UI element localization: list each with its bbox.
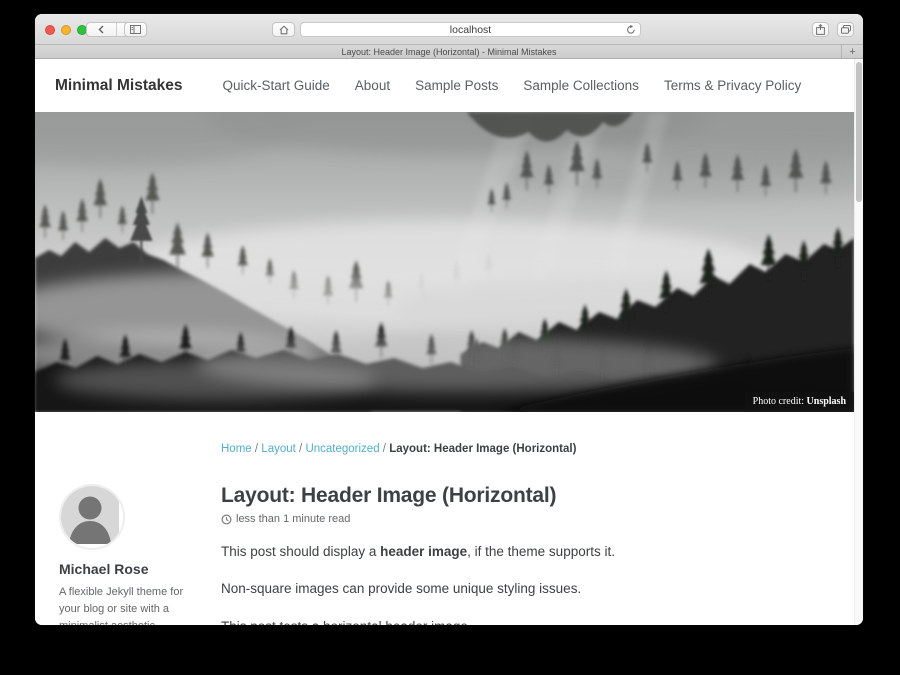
clock-icon <box>221 514 232 525</box>
paragraph: This post should display a header image,… <box>221 542 829 562</box>
breadcrumb-separator: / <box>383 443 386 455</box>
paragraph: This post tests a horizontal header imag… <box>221 617 829 626</box>
safari-window: localhost Layout: Header Image ( <box>35 14 863 625</box>
author-bio: A flexible Jekyll theme for your blog or… <box>59 584 191 625</box>
photo-credit-link[interactable]: Unsplash <box>807 396 846 407</box>
breadcrumb-separator: / <box>255 443 258 455</box>
breadcrumb-home[interactable]: Home <box>221 443 252 455</box>
person-silhouette-icon <box>61 486 119 544</box>
read-time: less than 1 minute read <box>221 513 829 525</box>
new-tab-button[interactable]: + <box>841 45 863 58</box>
scrollbar-thumb[interactable] <box>856 62 862 202</box>
tab-bar: Layout: Header Image (Horizontal) - Mini… <box>35 45 863 59</box>
nav-item-quick-start-guide[interactable]: Quick-Start Guide <box>223 78 330 93</box>
minimize-window-icon[interactable] <box>61 25 71 35</box>
back-button[interactable] <box>87 23 116 36</box>
browser-titlebar: localhost <box>35 14 863 45</box>
web-page: Minimal Mistakes Quick-Start Guide About… <box>35 59 863 625</box>
paragraph-text: This post tests a horizontal header imag… <box>221 619 472 626</box>
address-bar[interactable]: localhost <box>300 22 641 37</box>
active-tab[interactable]: Layout: Header Image (Horizontal) - Mini… <box>341 47 556 57</box>
nav-item-terms-privacy[interactable]: Terms & Privacy Policy <box>664 78 801 93</box>
breadcrumb-uncategorized[interactable]: Uncategorized <box>305 443 379 455</box>
article: Layout: Header Image (Horizontal) less t… <box>221 484 863 625</box>
breadcrumb-layout[interactable]: Layout <box>261 443 296 455</box>
tabs-overview-icon <box>841 25 851 34</box>
photo-credit: Photo credit: Unsplash <box>745 392 854 412</box>
paragraph-text: Non-square images can provide some uniqu… <box>221 581 581 596</box>
site-masthead: Minimal Mistakes Quick-Start Guide About… <box>35 59 863 112</box>
author-sidebar: Michael Rose A flexible Jekyll theme for… <box>35 484 221 625</box>
home-button[interactable] <box>272 22 295 37</box>
close-window-icon[interactable] <box>45 25 55 35</box>
sidebar-panel-icon <box>130 25 141 34</box>
page-title: Layout: Header Image (Horizontal) <box>221 484 829 508</box>
url-text: localhost <box>450 24 491 36</box>
site-title-link[interactable]: Minimal Mistakes <box>55 77 183 95</box>
author-name: Michael Rose <box>59 561 221 577</box>
reload-button[interactable] <box>626 24 636 35</box>
back-chevron-icon <box>98 25 105 34</box>
paragraph-bold-text: header image <box>380 544 467 559</box>
nav-item-sample-collections[interactable]: Sample Collections <box>523 78 639 93</box>
reload-icon <box>626 24 636 35</box>
sidebar-toggle-button[interactable] <box>124 22 147 37</box>
share-button[interactable] <box>812 22 829 37</box>
avatar <box>59 484 125 550</box>
breadcrumb-current: Layout: Header Image (Horizontal) <box>389 443 576 455</box>
scrollbar-track[interactable] <box>854 59 863 625</box>
window-controls <box>45 25 87 35</box>
read-time-text: less than 1 minute read <box>236 513 350 525</box>
photo-credit-prefix: Photo credit: <box>753 396 807 407</box>
breadcrumb-separator: / <box>299 443 302 455</box>
foggy-forest-illustration <box>35 112 854 412</box>
nav-item-about[interactable]: About <box>355 78 390 93</box>
home-icon <box>279 25 289 35</box>
share-icon <box>816 24 825 35</box>
site-nav: Quick-Start Guide About Sample Posts Sam… <box>223 78 802 93</box>
paragraph: Non-square images can provide some uniqu… <box>221 579 829 599</box>
paragraph-text: , if the theme supports it. <box>467 544 615 559</box>
header-image: Photo credit: Unsplash <box>35 112 854 412</box>
breadcrumb: Home / Layout / Uncategorized / Layout: … <box>221 443 863 455</box>
show-all-tabs-button[interactable] <box>837 22 854 37</box>
nav-item-sample-posts[interactable]: Sample Posts <box>415 78 498 93</box>
paragraph-text: This post should display a <box>221 544 380 559</box>
